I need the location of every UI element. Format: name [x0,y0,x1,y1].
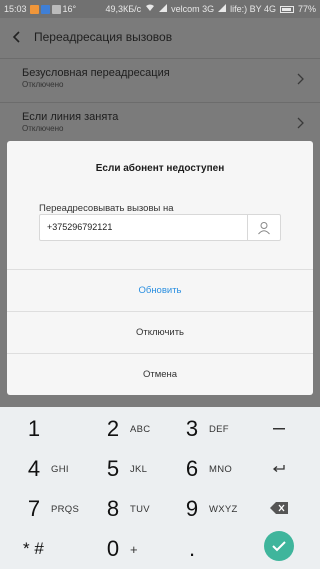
phone-input[interactable]: +375296792121 [39,214,248,241]
key-letters: JKL [130,463,148,475]
key-digit: 7 [27,496,41,521]
status-bar: 15:03 16° 49,3КБ/с velcom 3G life:) BY 4… [0,0,320,18]
key-9[interactable]: 9 WXYZ [181,489,238,529]
key-6[interactable]: 6 MNO [181,449,232,489]
battery-icon [279,5,294,13]
status-carrier1: velcom 3G [171,4,215,14]
key-digit: 0 [106,536,120,561]
key-letters: TUV [130,503,150,515]
dialog-title: Если абонент недоступен [95,163,225,174]
update-button[interactable]: Обновить [7,269,313,311]
key-digit: * # [23,539,44,558]
enter-key[interactable] [268,461,290,477]
status-battery: 77% [297,4,316,14]
key-8[interactable]: 8 TUV [102,489,150,529]
key-digit: 1 [27,416,41,441]
key-dot[interactable]: . [181,529,209,569]
key-letters: WXYZ [209,503,238,515]
field-label: Переадресовывать вызовы на [39,203,174,214]
contact-icon [258,221,270,234]
key-letters: GHI [51,463,69,475]
key-2[interactable]: 2 ABC [102,409,150,449]
key-letters: MNO [209,463,233,475]
chevron-right-icon [297,73,304,85]
key-7[interactable]: 7 PRQS [23,489,79,529]
disable-button[interactable]: Отключить [7,311,313,353]
key-digit: . [188,536,196,561]
key-1[interactable]: 1 [23,409,51,449]
back-arrow-icon [12,31,20,43]
key-digit: 3 [185,416,199,441]
enter-icon [272,465,285,472]
key-0[interactable]: 0 + [102,529,138,569]
key-digit: 2 [106,416,120,441]
key-digit: 6 [185,456,199,481]
signal-icon [218,4,227,14]
contact-picker-button[interactable] [247,214,281,241]
key-digit: 4 [27,456,41,481]
list-item-busy[interactable]: Если линия занята Отключено [0,102,320,146]
back-button[interactable] [0,18,34,56]
app-header: Переадресация вызовов [0,18,320,56]
key-letters: DEF [209,423,229,435]
page-title: Переадресация вызовов [34,30,173,44]
signal-icon [159,4,168,14]
backspace-button[interactable] [266,499,292,517]
list-item-unconditional[interactable]: Безусловная переадресация Отключено [0,58,320,102]
dialpad: 1 2 ABC 3 DEF 4 GHI 5 JKL 6 MNO 7 PRQS 8… [0,407,320,569]
wifi-icon [145,4,155,14]
status-carrier2: life:) BY 4G [230,4,276,14]
key-digit: 9 [185,496,199,521]
dash-key[interactable] [268,421,290,437]
list-item-subtitle: Отключено [22,80,64,89]
check-icon [272,541,286,552]
status-speed: 49,3КБ/с [105,4,142,14]
notification-icon [29,4,39,14]
status-time: 15:03 [4,4,27,14]
notification-icon [51,4,61,14]
list-item-subtitle: Отключено [22,124,64,133]
notification-icon [40,4,50,14]
list-item-title: Безусловная переадресация [22,67,170,79]
key-letters: ABC [130,423,151,435]
confirm-button[interactable] [264,531,294,561]
key-5[interactable]: 5 JKL [102,449,147,489]
key-3[interactable]: 3 DEF [181,409,229,449]
key-star-hash[interactable]: * # [23,529,50,569]
key-letters: PRQS [51,503,80,515]
list-item-title: Если линия занята [22,111,119,123]
key-4[interactable]: 4 GHI [23,449,69,489]
dash-icon [273,428,285,430]
key-digit: 5 [106,456,120,481]
backspace-icon [270,502,288,514]
chevron-right-icon [297,117,304,129]
status-temp: 16° [62,4,77,14]
key-digit: 8 [106,496,120,521]
forwarding-dialog: Если абонент недоступен Переадресовывать… [7,141,313,395]
cancel-button[interactable]: Отмена [7,353,313,395]
key-letters: + [130,541,138,557]
